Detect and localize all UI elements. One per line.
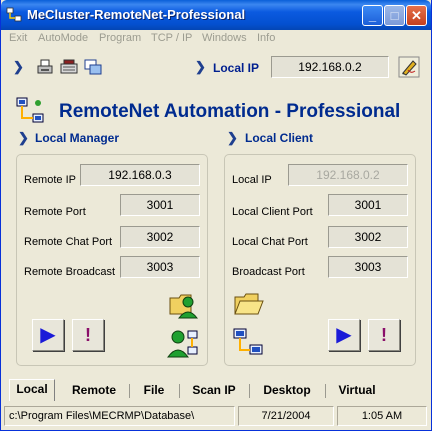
remote-broadcast-label: Remote Broadcast xyxy=(24,266,116,278)
maximize-button[interactable]: □ xyxy=(384,5,405,26)
client-local-ip-label: Local IP xyxy=(232,174,272,186)
window-title: MeCluster-RemoteNet-Professional xyxy=(27,7,246,22)
network-logo-icon xyxy=(16,97,44,123)
status-time: 1:05 AM xyxy=(337,406,427,426)
local-client-port-label: Local Client Port xyxy=(232,206,313,218)
tab-desktop[interactable]: Desktop xyxy=(253,381,321,401)
network-app-icon xyxy=(6,7,22,22)
toolbar-local-ip-field[interactable]: 192.168.0.2 xyxy=(271,56,389,78)
printer-icon[interactable] xyxy=(35,57,55,77)
menu-exit[interactable]: Exit xyxy=(9,32,27,44)
client-play-button[interactable]: ▶ xyxy=(328,319,360,351)
menu-tcp-ip[interactable]: TCP / IP xyxy=(151,32,192,44)
open-folder-icon[interactable] xyxy=(232,288,264,320)
edit-pencil-icon[interactable] xyxy=(398,56,420,78)
remote-port-field[interactable]: 3001 xyxy=(120,194,200,216)
client-alert-button[interactable]: ! xyxy=(368,319,400,351)
open-folder-user-icon[interactable] xyxy=(167,288,199,320)
broadcast-port-label: Broadcast Port xyxy=(232,266,305,278)
user-network-icon[interactable] xyxy=(167,327,199,359)
tab-local[interactable]: Local xyxy=(9,379,55,401)
menu-program[interactable]: Program xyxy=(99,32,141,44)
menu-info[interactable]: Info xyxy=(257,32,275,44)
local-ip-arrow-icon: ❯ xyxy=(195,59,206,74)
local-manager-arrow-icon: ❯ xyxy=(18,130,29,145)
remote-ip-field[interactable]: 192.168.0.3 xyxy=(80,164,200,186)
menu-automode[interactable]: AutoMode xyxy=(38,32,88,44)
status-date: 7/21/2004 xyxy=(238,406,334,426)
client-local-ip-field: 192.168.0.2 xyxy=(288,164,408,186)
remote-port-label: Remote Port xyxy=(24,206,86,218)
close-button[interactable]: ✕ xyxy=(406,5,427,26)
manager-alert-button[interactable]: ! xyxy=(72,319,104,351)
local-client-arrow-icon: ❯ xyxy=(227,130,238,145)
broadcast-port-field[interactable]: 3003 xyxy=(328,256,408,278)
remote-chat-port-field[interactable]: 3002 xyxy=(120,226,200,248)
toolbar-local-ip-label: Local IP xyxy=(213,61,260,75)
remote-chat-port-label: Remote Chat Port xyxy=(24,236,113,248)
tab-scan-ip[interactable]: Scan IP xyxy=(183,381,245,401)
page-title: RemoteNet Automation - Professional xyxy=(59,101,401,122)
toolbar-arrow-icon: ❯ xyxy=(13,59,24,74)
tab-remote[interactable]: Remote xyxy=(63,381,125,401)
menu-bar: Exit AutoMode Program TCP / IP Windows I… xyxy=(1,30,431,47)
local-chat-port-label: Local Chat Port xyxy=(232,236,308,248)
keyboard-icon[interactable] xyxy=(59,57,79,77)
tab-separator xyxy=(249,384,250,398)
remote-ip-label: Remote IP xyxy=(24,174,76,186)
tab-file[interactable]: File xyxy=(133,381,175,401)
local-client-heading: Local Client xyxy=(245,131,314,145)
status-bar: c:\Program Files\MECRMP\Database\ 7/21/2… xyxy=(1,404,431,430)
menu-windows[interactable]: Windows xyxy=(202,32,247,44)
tab-virtual[interactable]: Virtual xyxy=(329,381,385,401)
local-chat-port-field[interactable]: 3002 xyxy=(328,226,408,248)
app-window: MeCluster-RemoteNet-Professional _ □ ✕ E… xyxy=(0,0,432,431)
tab-separator xyxy=(129,384,130,398)
local-client-port-field[interactable]: 3001 xyxy=(328,194,408,216)
status-path: c:\Program Files\MECRMP\Database\ xyxy=(4,406,235,426)
copy-windows-icon[interactable] xyxy=(83,57,103,77)
network-connect-icon[interactable] xyxy=(232,327,264,359)
tab-separator xyxy=(179,384,180,398)
remote-broadcast-field[interactable]: 3003 xyxy=(120,256,200,278)
local-manager-heading: Local Manager xyxy=(35,131,120,145)
title-bar[interactable]: MeCluster-RemoteNet-Professional _ □ ✕ xyxy=(1,0,431,30)
minimize-button[interactable]: _ xyxy=(362,5,383,26)
tab-separator xyxy=(325,384,326,398)
manager-play-button[interactable]: ▶ xyxy=(32,319,64,351)
